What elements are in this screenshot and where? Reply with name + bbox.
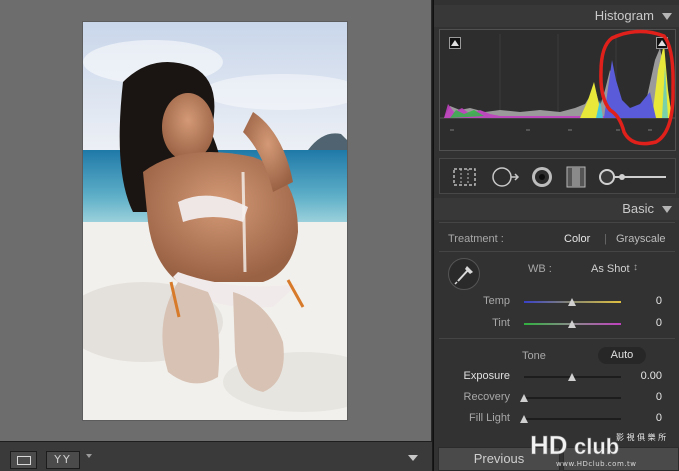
recovery-slider-knob[interactable] (520, 394, 528, 402)
tint-slider-knob[interactable] (568, 320, 576, 328)
fill-light-value[interactable]: 0 (656, 412, 662, 424)
temp-slider-row: Temp 0 (434, 291, 679, 311)
exposure-slider-knob[interactable] (568, 373, 576, 381)
collapse-triangle-icon[interactable] (662, 13, 672, 20)
toolbar-menu-arrow-icon[interactable] (408, 455, 418, 461)
temp-slider[interactable] (524, 298, 621, 306)
loupe-view-icon (17, 456, 31, 465)
crop-overlay-icon[interactable] (452, 166, 478, 188)
tint-label: Tint (492, 317, 510, 329)
beach-photo[interactable] (83, 22, 347, 420)
recovery-slider[interactable] (520, 394, 621, 402)
adjustment-brush-icon[interactable] (598, 166, 670, 188)
compare-view-button[interactable]: YY (46, 451, 80, 469)
fill-light-slider-row: Fill Light 0 (434, 408, 679, 428)
exposure-slider-row: Exposure 0.00 (434, 366, 679, 386)
wb-select-arrows-icon[interactable]: ↕ (633, 262, 638, 273)
wb-preset-select[interactable]: As Shot (591, 263, 630, 275)
svg-text:www.HDclub.com.tw: www.HDclub.com.tw (556, 460, 636, 468)
recovery-slider-row: Recovery 0 (434, 387, 679, 407)
histogram-title: Histogram (594, 8, 654, 23)
graduated-filter-icon[interactable] (564, 166, 588, 188)
auto-tone-button[interactable]: Auto (598, 347, 646, 364)
red-eye-icon[interactable] (530, 166, 554, 188)
basic-title: Basic (622, 201, 654, 216)
treatment-color-option[interactable]: Color (564, 233, 590, 245)
exposure-value[interactable]: 0.00 (641, 370, 662, 382)
tint-slider-row: Tint 0 (434, 313, 679, 333)
collapse-triangle-icon[interactable] (662, 206, 672, 213)
loupe-view-button[interactable] (10, 451, 37, 469)
treatment-separator: | (604, 233, 607, 245)
svg-text:HD: HD (530, 430, 568, 460)
treatment-grayscale-option[interactable]: Grayscale (616, 233, 666, 245)
basic-panel-header[interactable]: Basic (434, 198, 679, 220)
develop-tool-strip (439, 158, 676, 194)
histogram-panel-header[interactable]: Histogram (434, 5, 679, 27)
recovery-label: Recovery (463, 391, 510, 403)
tone-row: Tone Auto (434, 345, 679, 365)
treatment-row: Treatment : Color | Grayscale (434, 228, 679, 248)
fill-light-slider[interactable] (520, 415, 621, 423)
svg-text:影 視 俱 樂 所: 影 視 俱 樂 所 (616, 432, 666, 442)
temp-slider-knob[interactable] (568, 298, 576, 306)
photo-viewer (0, 0, 432, 441)
temp-label: Temp (483, 295, 510, 307)
wb-label: WB : (528, 263, 552, 275)
exposure-slider[interactable] (524, 373, 621, 381)
wb-row: WB : As Shot ↕ (434, 259, 679, 279)
annotation-circle (599, 29, 675, 146)
exposure-label: Exposure (463, 370, 510, 382)
tone-label: Tone (522, 350, 546, 362)
divider (439, 338, 675, 339)
divider (439, 222, 675, 223)
temp-value[interactable]: 0 (656, 295, 662, 307)
fill-light-label: Fill Light (469, 412, 510, 424)
svg-text:club: club (574, 434, 619, 459)
spot-removal-icon[interactable] (490, 166, 520, 188)
divider (439, 251, 675, 252)
shadow-clipping-toggle-icon[interactable] (449, 37, 461, 49)
watermark-logo: HD club 影 視 俱 樂 所 www.HDclub.com.tw (528, 428, 678, 470)
bottom-toolbar: YY (0, 441, 432, 471)
recovery-value[interactable]: 0 (656, 391, 662, 403)
fill-light-slider-knob[interactable] (520, 415, 528, 423)
tint-value[interactable]: 0 (656, 317, 662, 329)
view-options-dropdown-icon[interactable] (86, 454, 92, 458)
treatment-label: Treatment : (448, 233, 504, 245)
tint-slider[interactable] (524, 320, 621, 328)
photo-image (83, 22, 347, 420)
